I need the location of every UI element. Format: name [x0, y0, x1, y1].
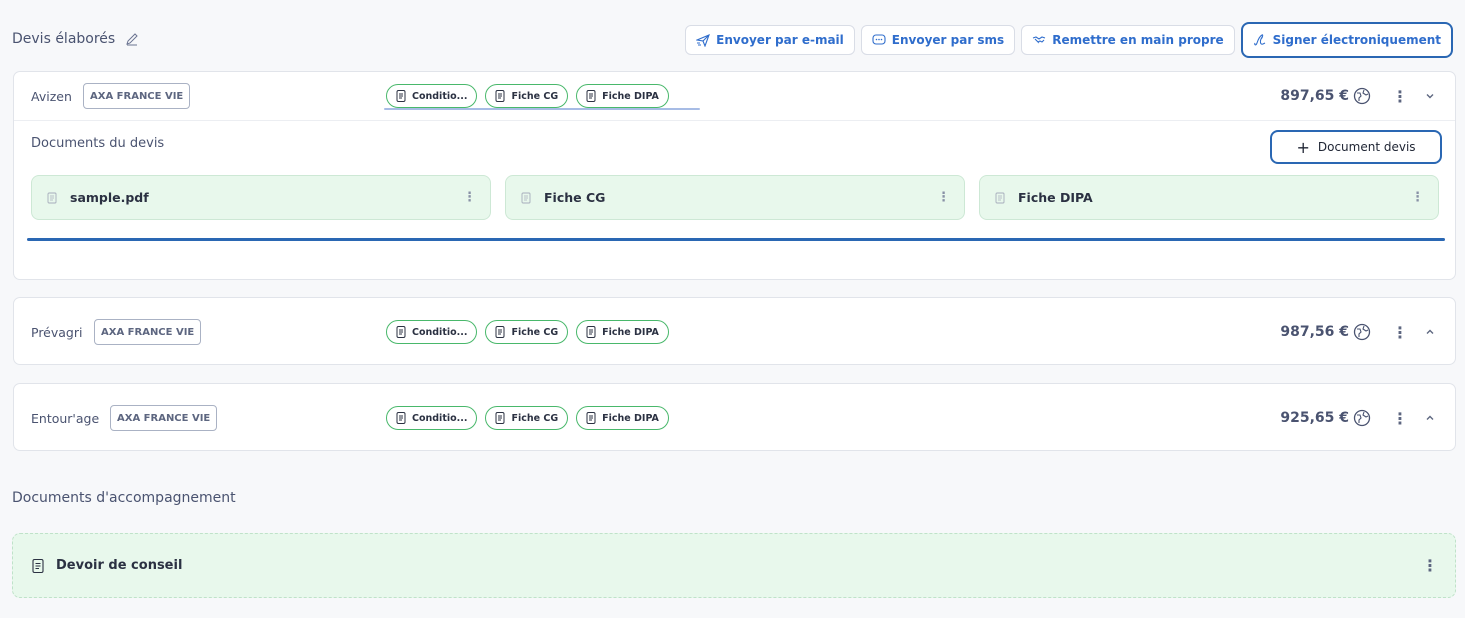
more-options-icon[interactable]: ⋮	[1392, 87, 1408, 106]
file-options-icon[interactable]: ⋮	[937, 190, 950, 205]
doc-chip-fiche-cg[interactable]: Fiche CG	[485, 84, 569, 108]
globe-icon[interactable]	[1353, 323, 1371, 341]
file-card-sample[interactable]: sample.pdf ⋮	[31, 175, 491, 220]
more-options-icon[interactable]: ⋮	[1392, 323, 1408, 342]
sign-electronically-label: Signer électroniquement	[1272, 33, 1441, 47]
plus-icon: +	[1296, 137, 1310, 157]
doc-chip-label: Conditio...	[412, 412, 468, 424]
product-name: Entour'age	[31, 410, 100, 426]
doc-chip-fiche-cg[interactable]: Fiche CG	[485, 320, 569, 344]
document-icon	[495, 412, 505, 424]
file-options-icon[interactable]: ⋮	[463, 190, 476, 205]
doc-chip-label: Conditio...	[412, 90, 468, 102]
quote-price: 987,56 €	[1280, 324, 1349, 340]
page-title: Devis élaborés	[12, 31, 139, 47]
hand-deliver-label: Remettre en main propre	[1052, 33, 1224, 47]
chevron-up-icon[interactable]	[1424, 326, 1436, 338]
sign-electronically-button[interactable]: Signer électroniquement	[1240, 22, 1453, 58]
doc-chip-label: Fiche CG	[511, 326, 559, 338]
doc-chip-conditions[interactable]: Conditio...	[386, 320, 478, 344]
doc-chip-label: Fiche CG	[511, 90, 559, 102]
doc-chip-label: Fiche CG	[511, 412, 559, 424]
accompaniment-title: Documents d'accompagnement	[12, 490, 236, 506]
chat-icon	[872, 34, 886, 45]
add-document-button[interactable]: + Document devis	[1270, 130, 1442, 164]
document-icon	[396, 412, 406, 424]
doc-chips: Conditio... Fiche CG Fiche DIPA	[386, 406, 669, 430]
file-options-icon[interactable]: ⋮	[1411, 190, 1424, 205]
quote-documents-title: Documents du devis	[31, 136, 165, 151]
more-options-icon[interactable]: ⋮	[1422, 556, 1438, 575]
accompaniment-item[interactable]: Devoir de conseil ⋮	[12, 533, 1456, 598]
quote-row[interactable]: Avizen AXA FRANCE VIE Conditio... Fiche …	[14, 72, 1455, 120]
quote-price: 897,65 €	[1280, 88, 1349, 104]
send-sms-label: Envoyer par sms	[891, 33, 1005, 47]
document-icon	[32, 558, 44, 573]
doc-chip-label: Conditio...	[412, 326, 468, 338]
quote-card-prevagri: Prévagri AXA FRANCE VIE Conditio... Fich…	[13, 297, 1456, 365]
document-icon	[396, 90, 406, 102]
divider	[14, 120, 1455, 121]
signature-icon	[1253, 34, 1265, 46]
file-card-fiche-dipa[interactable]: Fiche DIPA ⋮	[979, 175, 1439, 220]
quote-row[interactable]: Entour'age AXA FRANCE VIE Conditio... Fi…	[14, 384, 1455, 452]
product-name: Prévagri	[31, 324, 83, 340]
doc-chips: Conditio... Fiche CG Fiche DIPA	[386, 84, 669, 108]
document-icon	[586, 90, 596, 102]
file-icon	[521, 192, 531, 203]
chevron-up-icon[interactable]	[1424, 412, 1436, 424]
file-name: Fiche CG	[544, 190, 606, 205]
docs-underline	[384, 108, 700, 110]
doc-chip-fiche-cg[interactable]: Fiche CG	[485, 406, 569, 430]
insurer-badge: AXA FRANCE VIE	[110, 405, 218, 431]
document-icon	[586, 326, 596, 338]
more-options-icon[interactable]: ⋮	[1392, 409, 1408, 428]
file-icon	[995, 192, 1005, 203]
doc-chip-label: Fiche DIPA	[602, 326, 659, 338]
send-email-label: Envoyer par e-mail	[716, 33, 844, 47]
hand-deliver-button[interactable]: Remettre en main propre	[1021, 25, 1235, 55]
quote-actions-bar: Envoyer par e-mail Envoyer par sms Remet…	[685, 22, 1453, 58]
file-name: Fiche DIPA	[1018, 190, 1093, 205]
doc-chip-label: Fiche DIPA	[602, 412, 659, 424]
document-icon	[495, 326, 505, 338]
quote-card-avizen: Avizen AXA FRANCE VIE Conditio... Fiche …	[13, 71, 1456, 280]
file-icon	[47, 192, 57, 203]
doc-chip-conditions[interactable]: Conditio...	[386, 406, 478, 430]
quote-price: 925,65 €	[1280, 410, 1349, 426]
send-email-button[interactable]: Envoyer par e-mail	[685, 25, 855, 55]
highlight-underline	[27, 238, 1445, 241]
globe-icon[interactable]	[1353, 409, 1371, 427]
doc-chip-label: Fiche DIPA	[602, 90, 659, 102]
doc-chip-fiche-dipa[interactable]: Fiche DIPA	[576, 320, 669, 344]
doc-chip-fiche-dipa[interactable]: Fiche DIPA	[576, 406, 669, 430]
send-sms-button[interactable]: Envoyer par sms	[860, 25, 1016, 55]
accompaniment-item-name: Devoir de conseil	[56, 558, 183, 573]
file-name: sample.pdf	[70, 190, 149, 205]
quote-card-entourage: Entour'age AXA FRANCE VIE Conditio... Fi…	[13, 383, 1456, 451]
insurer-badge: AXA FRANCE VIE	[83, 83, 191, 109]
chevron-down-icon[interactable]	[1424, 90, 1436, 102]
add-document-label: Document devis	[1317, 140, 1416, 154]
page-title-text: Devis élaborés	[12, 31, 116, 47]
handshake-icon	[1033, 36, 1046, 44]
file-card-fiche-cg[interactable]: Fiche CG ⋮	[505, 175, 965, 220]
edit-icon[interactable]	[125, 32, 139, 46]
insurer-badge: AXA FRANCE VIE	[94, 319, 202, 345]
quote-row[interactable]: Prévagri AXA FRANCE VIE Conditio... Fich…	[14, 298, 1455, 366]
send-icon	[696, 34, 711, 47]
doc-chips: Conditio... Fiche CG Fiche DIPA	[386, 320, 669, 344]
document-icon	[396, 326, 406, 338]
document-icon	[495, 90, 505, 102]
doc-chip-fiche-dipa[interactable]: Fiche DIPA	[576, 84, 669, 108]
product-name: Avizen	[31, 88, 72, 104]
document-icon	[586, 412, 596, 424]
doc-chip-conditions[interactable]: Conditio...	[386, 84, 478, 108]
globe-icon[interactable]	[1353, 87, 1371, 105]
